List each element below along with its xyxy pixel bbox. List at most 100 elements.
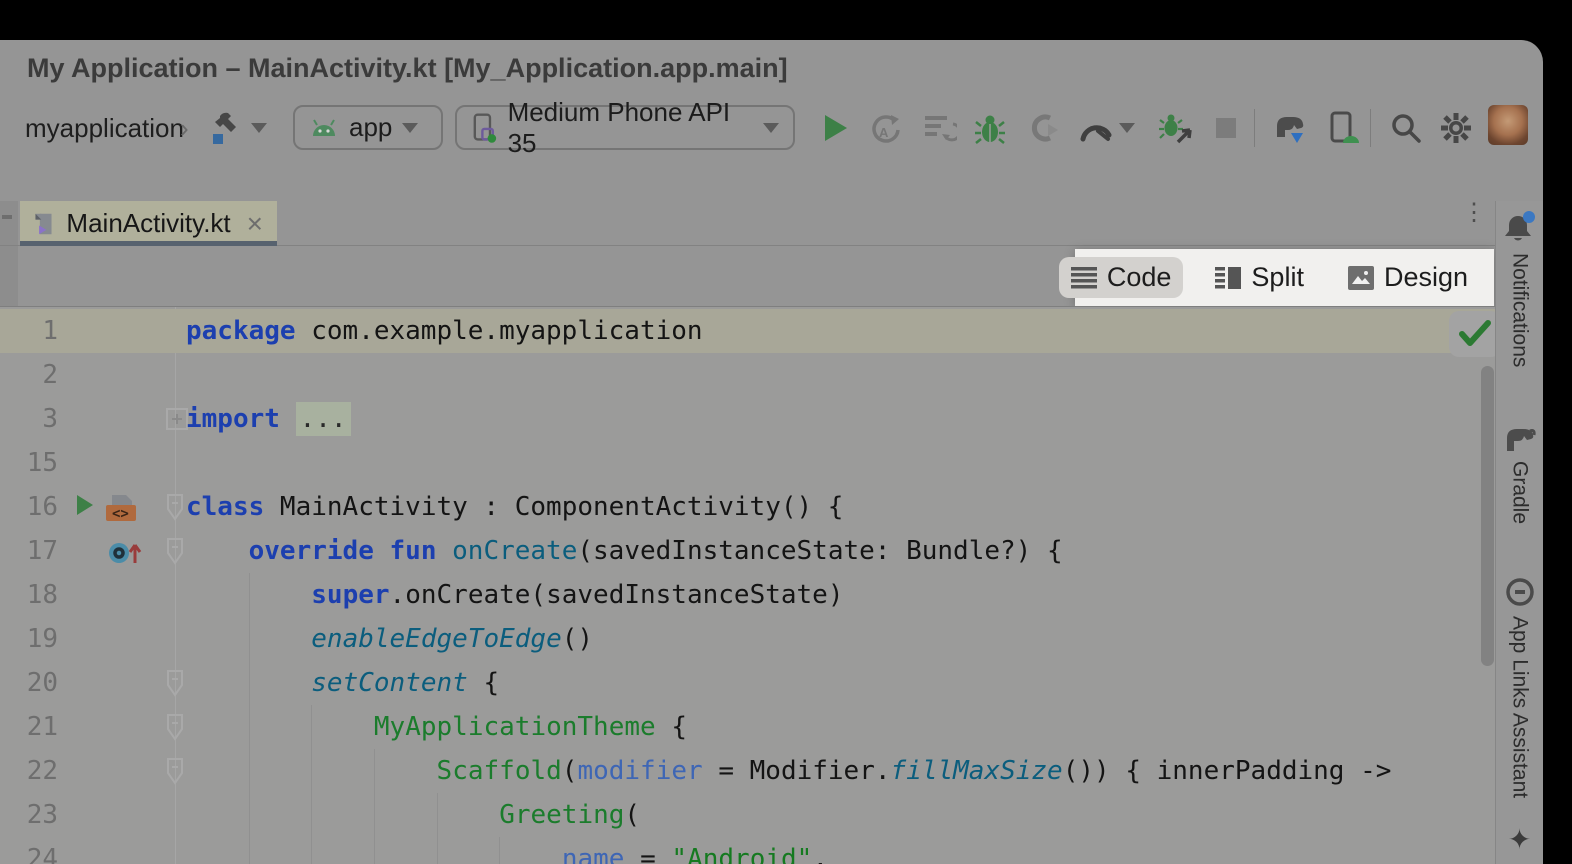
code-token: onCreate bbox=[452, 536, 577, 566]
line-number[interactable]: 19 bbox=[20, 617, 58, 661]
module-selector[interactable]: app bbox=[293, 105, 443, 150]
code-text[interactable]: super.onCreate(savedInstanceState) bbox=[186, 573, 844, 617]
code-line[interactable]: 17 override fun onCreate(savedInstanceSta… bbox=[0, 529, 1495, 573]
notifications-bell-icon bbox=[1503, 211, 1537, 245]
main-toolbar: ⟩ myapplication › app bbox=[0, 97, 1543, 201]
editor-scrollbar[interactable] bbox=[1481, 366, 1494, 666]
breadcrumb[interactable]: myapplication bbox=[25, 97, 184, 160]
more-options-icon[interactable]: ⋮ bbox=[1462, 207, 1474, 218]
code-text[interactable]: Scaffold(modifier = Modifier.fillMaxSize… bbox=[186, 749, 1391, 793]
code-line[interactable]: 1 package com.example.myapplication bbox=[0, 309, 1495, 353]
code-token: import bbox=[186, 404, 280, 434]
search-everywhere-button[interactable] bbox=[1384, 105, 1428, 150]
code-token: ( bbox=[562, 756, 578, 786]
code-text[interactable]: package com.example.myapplication bbox=[186, 309, 703, 353]
fold-arrow-icon[interactable] bbox=[166, 537, 184, 565]
fold-arrow-icon[interactable] bbox=[166, 757, 184, 785]
code-line[interactable]: 15 bbox=[0, 441, 1495, 485]
code-line[interactable]: 19 enableEdgeToEdge() bbox=[0, 617, 1495, 661]
line-number[interactable]: 3 bbox=[20, 397, 58, 441]
code-text[interactable]: setContent { bbox=[186, 661, 499, 705]
tab-mainactivity[interactable]: MainActivity.kt × bbox=[20, 201, 277, 246]
code-token bbox=[436, 536, 452, 566]
code-line[interactable]: 18 super.onCreate(savedInstanceState) bbox=[0, 573, 1495, 617]
profiler-dropdown[interactable] bbox=[1116, 105, 1138, 150]
tool-window-gradle[interactable]: Gradle bbox=[1502, 423, 1538, 524]
line-number[interactable]: 22 bbox=[20, 749, 58, 793]
device-selector[interactable]: Medium Phone API 35 bbox=[455, 105, 795, 150]
device-manager-button[interactable] bbox=[1320, 105, 1366, 150]
line-number[interactable]: 23 bbox=[20, 793, 58, 837]
sync-project-button[interactable] bbox=[1266, 105, 1314, 150]
stop-button[interactable] bbox=[1206, 105, 1246, 150]
gemini-sparkle-icon[interactable]: ✦ bbox=[1508, 823, 1531, 856]
line-number[interactable]: 17 bbox=[20, 529, 58, 573]
stop-icon bbox=[1215, 117, 1237, 139]
compose-preview-icon[interactable]: <> bbox=[102, 493, 138, 523]
view-mode-split[interactable]: Split bbox=[1203, 257, 1316, 298]
code-text[interactable]: name = "Android", bbox=[186, 837, 828, 864]
line-number[interactable]: 24 bbox=[20, 837, 58, 864]
view-mode-code[interactable]: Code bbox=[1059, 257, 1184, 298]
profiler-button[interactable] bbox=[1074, 105, 1118, 150]
app-links-icon bbox=[1504, 576, 1536, 608]
close-icon[interactable]: × bbox=[247, 208, 263, 240]
breadcrumb-project[interactable]: myapplication bbox=[25, 113, 184, 144]
code-token: () bbox=[562, 624, 593, 654]
line-number[interactable]: 1 bbox=[20, 309, 58, 353]
code-line[interactable]: 24 name = "Android", bbox=[0, 837, 1495, 864]
apply-code-changes-button[interactable] bbox=[918, 105, 962, 150]
run-line-icon[interactable] bbox=[75, 493, 95, 517]
code-text[interactable]: import ... bbox=[186, 397, 351, 441]
code-line[interactable]: 22 Scaffold(modifier = Modifier.fillMaxSi… bbox=[0, 749, 1495, 793]
code-line[interactable]: 2 bbox=[0, 353, 1495, 397]
run-with-coverage-icon bbox=[1028, 112, 1060, 144]
hammer-icon bbox=[207, 110, 243, 146]
code-token: MyApplicationTheme bbox=[374, 712, 656, 742]
code-editor[interactable]: 1 package com.example.myapplication 23 impo… bbox=[0, 306, 1495, 864]
apply-changes-button[interactable]: A bbox=[864, 105, 908, 150]
chevron-down-icon bbox=[763, 123, 779, 133]
code-token: com.example.myapplication bbox=[296, 316, 703, 346]
code-line[interactable]: 3 import ... bbox=[0, 397, 1495, 441]
line-number[interactable]: 21 bbox=[20, 705, 58, 749]
run-button[interactable] bbox=[815, 105, 855, 150]
overriding-method-icon[interactable] bbox=[106, 537, 144, 567]
code-view-icon bbox=[1071, 267, 1097, 289]
line-number[interactable]: 16 bbox=[20, 485, 58, 529]
view-mode-design[interactable]: Design bbox=[1336, 257, 1480, 298]
code-line[interactable]: 23 Greeting( bbox=[0, 793, 1495, 837]
attach-debugger-icon bbox=[1158, 112, 1192, 144]
avatar[interactable] bbox=[1488, 105, 1528, 145]
code-view-label: Code bbox=[1107, 262, 1172, 293]
code-line[interactable]: 20 setContent { bbox=[0, 661, 1495, 705]
code-text[interactable]: Greeting( bbox=[186, 793, 640, 837]
fold-arrow-icon[interactable] bbox=[166, 713, 184, 741]
inspection-widget[interactable] bbox=[1449, 311, 1501, 357]
attach-debugger-button[interactable] bbox=[1152, 105, 1198, 150]
code-token: Scaffold bbox=[437, 756, 562, 786]
gradle-sync-icon bbox=[1271, 111, 1309, 145]
fold-arrow-icon[interactable] bbox=[166, 669, 184, 697]
fold-arrow-icon[interactable] bbox=[166, 493, 184, 521]
tool-window-notifications[interactable]: Notifications bbox=[1503, 211, 1537, 367]
line-number[interactable]: 18 bbox=[20, 573, 58, 617]
inspections-ok-icon bbox=[1458, 320, 1492, 348]
code-text[interactable]: override fun onCreate(savedInstanceState… bbox=[186, 529, 1063, 573]
line-number[interactable]: 20 bbox=[20, 661, 58, 705]
code-text[interactable]: class MainActivity : ComponentActivity()… bbox=[186, 485, 843, 529]
code-line[interactable]: 16 <> class MainActivity : ComponentActivi… bbox=[0, 485, 1495, 529]
line-number[interactable]: 2 bbox=[20, 353, 58, 397]
code-text[interactable]: MyApplicationTheme { bbox=[186, 705, 687, 749]
code-text[interactable]: enableEdgeToEdge() bbox=[186, 617, 593, 661]
tool-window-app-links[interactable]: App Links Assistant bbox=[1504, 576, 1536, 798]
fold-plus-icon[interactable] bbox=[166, 408, 188, 430]
build-button[interactable] bbox=[205, 105, 245, 150]
run-with-coverage-button[interactable] bbox=[1022, 105, 1066, 150]
line-number[interactable]: 15 bbox=[20, 441, 58, 485]
gradle-label: Gradle bbox=[1508, 461, 1532, 524]
settings-button[interactable] bbox=[1434, 105, 1478, 150]
code-line[interactable]: 21 MyApplicationTheme { bbox=[0, 705, 1495, 749]
build-dropdown[interactable] bbox=[248, 105, 270, 150]
debug-button[interactable] bbox=[968, 105, 1012, 150]
